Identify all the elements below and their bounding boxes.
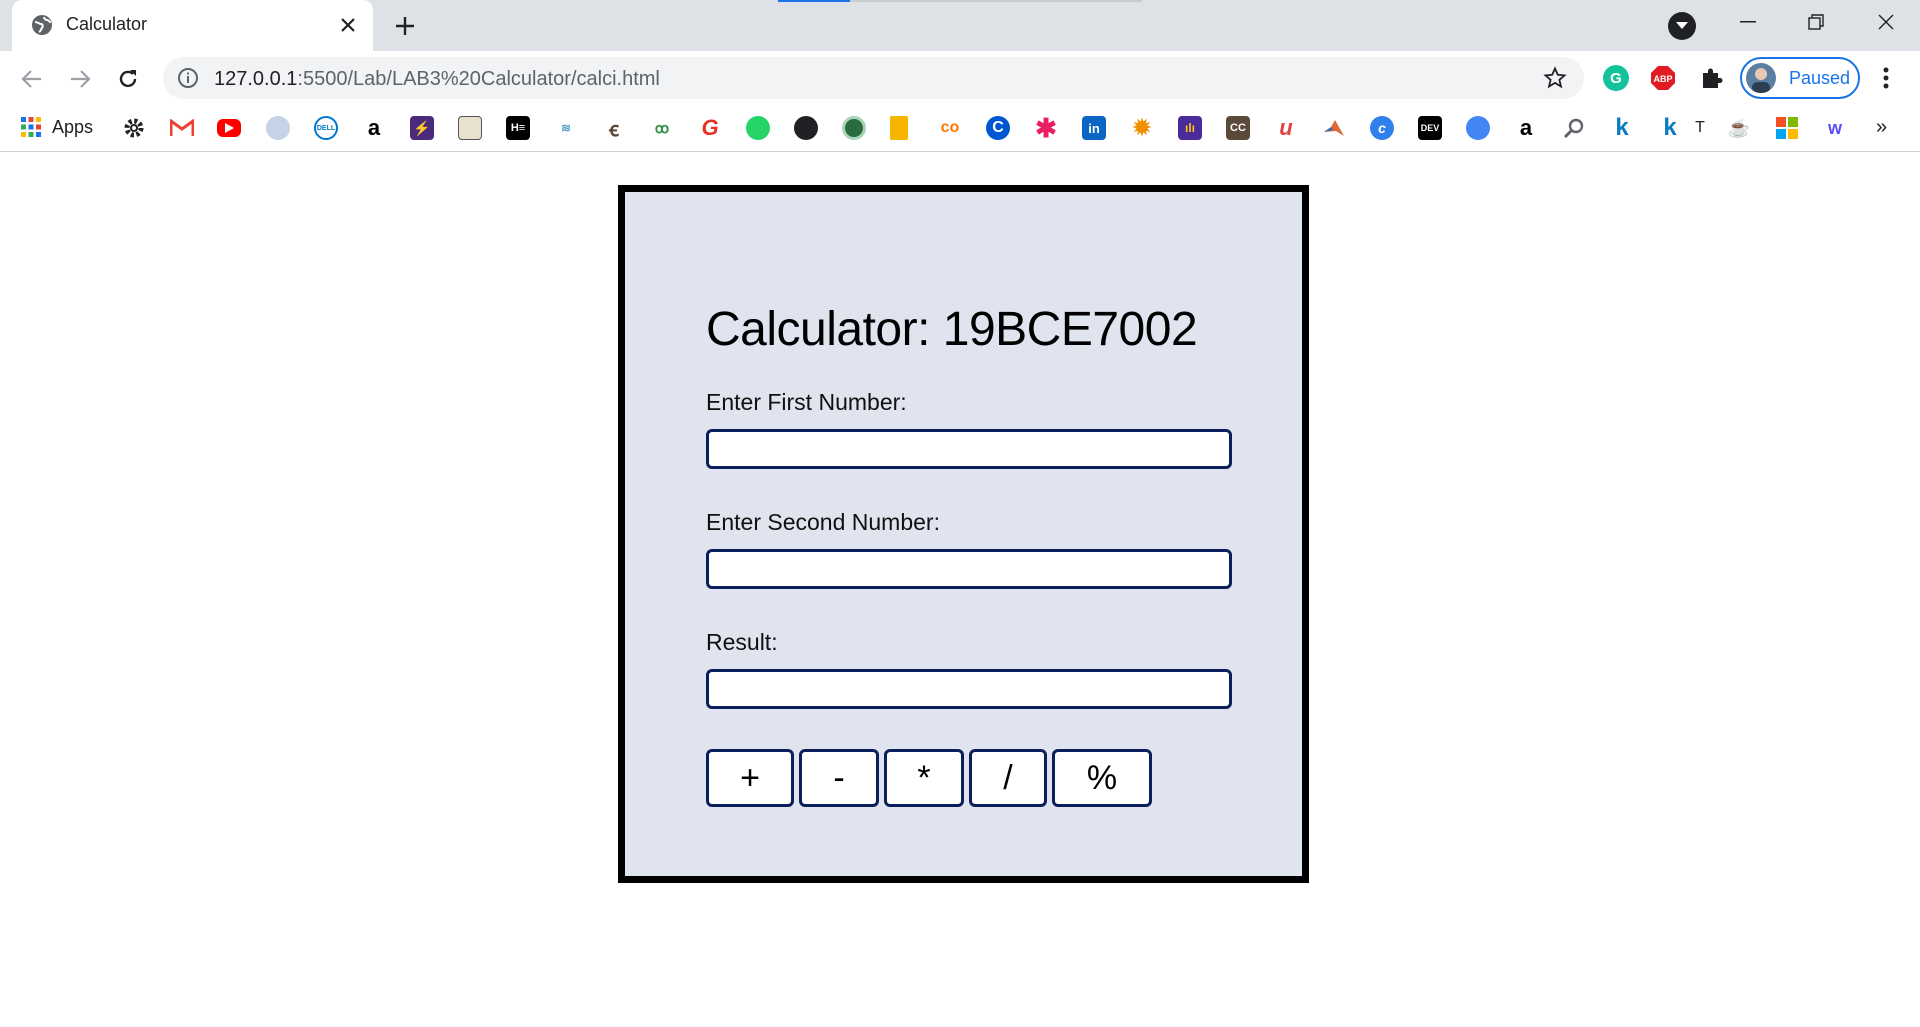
- first-number-label: Enter First Number:: [706, 389, 907, 415]
- gear-icon[interactable]: [122, 116, 146, 140]
- add-button[interactable]: +: [706, 749, 794, 807]
- svg-text:G: G: [1610, 70, 1622, 87]
- address-bar[interactable]: 127.0.0.1:5500/Lab/LAB3%20Calculator/cal…: [163, 57, 1584, 99]
- second-number-label: Enter Second Number:: [706, 509, 940, 535]
- globe-icon: [31, 14, 53, 36]
- adblock-icon[interactable]: ABP: [1650, 65, 1676, 91]
- first-number-input[interactable]: [706, 429, 1232, 469]
- url-path: :5500/Lab/LAB3%20Calculator/calci.html: [297, 68, 660, 90]
- result-input[interactable]: [706, 669, 1232, 709]
- more-bookmarks-icon[interactable]: »: [1876, 116, 1887, 139]
- tab-calculator[interactable]: Calculator: [12, 0, 373, 51]
- subtract-button[interactable]: -: [799, 749, 879, 807]
- codechef-icon[interactable]: ꞓ: [602, 116, 626, 141]
- github-icon[interactable]: [794, 116, 818, 140]
- browser-toolbar: 127.0.0.1:5500/Lab/LAB3%20Calculator/cal…: [0, 51, 1920, 104]
- dev-icon[interactable]: DEV: [1418, 116, 1442, 140]
- tab-strip-divider: [850, 0, 1142, 2]
- apps-grid-icon: [21, 117, 41, 137]
- minimize-button[interactable]: [1714, 0, 1782, 44]
- search-icon[interactable]: [1562, 116, 1586, 140]
- matlab-icon[interactable]: [1322, 116, 1346, 140]
- c2-icon[interactable]: c: [1370, 116, 1394, 140]
- k-icon[interactable]: k: [1610, 114, 1634, 141]
- info-icon[interactable]: [177, 67, 199, 89]
- profile-status: Paused: [1789, 68, 1851, 88]
- k2-icon[interactable]: k: [1658, 114, 1682, 141]
- modulo-button[interactable]: %: [1052, 749, 1152, 807]
- image-icon[interactable]: [458, 116, 482, 140]
- tab-title: Calculator: [66, 14, 148, 34]
- apps-label: Apps: [52, 116, 94, 137]
- circle-icon[interactable]: [842, 116, 866, 140]
- grammarly-icon[interactable]: G: [1603, 65, 1629, 91]
- g-icon[interactable]: G: [698, 115, 722, 140]
- chart-icon[interactable]: ılı: [1178, 116, 1202, 140]
- result-label: Result:: [706, 629, 778, 655]
- cc-icon[interactable]: CC: [1226, 116, 1250, 140]
- dell-icon[interactable]: DELL: [314, 116, 338, 140]
- hackerearth-icon[interactable]: H≡: [506, 116, 530, 140]
- bug-icon[interactable]: ✹: [1130, 115, 1154, 140]
- amazon2-icon[interactable]: a: [1514, 115, 1538, 140]
- menu-icon[interactable]: [1872, 63, 1900, 93]
- svg-text:ABP: ABP: [1653, 74, 1672, 84]
- u-icon[interactable]: u: [1274, 115, 1298, 140]
- w-icon[interactable]: w: [1823, 116, 1847, 140]
- restore-button[interactable]: [1782, 0, 1850, 44]
- reload-button[interactable]: [112, 63, 144, 95]
- tab-strip-highlight: [778, 0, 850, 2]
- t-icon[interactable]: T: [1688, 116, 1712, 140]
- record-icon[interactable]: [1466, 116, 1490, 140]
- back-button[interactable]: [16, 63, 48, 95]
- whatsapp-icon[interactable]: [746, 116, 770, 140]
- microsoft-icon[interactable]: [1775, 116, 1799, 140]
- url-text: 127.0.0.1:5500/Lab/LAB3%20Calculator/cal…: [214, 68, 660, 91]
- avatar: [1746, 63, 1776, 93]
- gmail-icon[interactable]: [170, 116, 194, 140]
- divide-button[interactable]: /: [969, 749, 1047, 807]
- coursera-icon[interactable]: co: [938, 116, 962, 140]
- apps-shortcut[interactable]: Apps: [20, 116, 93, 138]
- stack-icon[interactable]: [890, 116, 908, 140]
- geeksforgeeks-icon[interactable]: ꝏ: [650, 116, 674, 140]
- c-icon[interactable]: C: [986, 116, 1010, 140]
- close-window-button[interactable]: [1852, 0, 1920, 44]
- bolt-icon[interactable]: ⚡: [410, 116, 434, 140]
- wave-icon[interactable]: ≋: [554, 116, 578, 140]
- page-title: Calculator: 19BCE7002: [706, 303, 1198, 356]
- url-host: 127.0.0.1: [214, 68, 298, 90]
- puzzle-icon[interactable]: [1698, 65, 1724, 91]
- multiply-button[interactable]: *: [884, 749, 964, 807]
- bookmark-star-icon[interactable]: [1543, 66, 1567, 90]
- close-tab-icon[interactable]: [334, 11, 362, 39]
- calculator-panel: Calculator: 19BCE7002 Enter First Number…: [618, 185, 1309, 883]
- new-tab-button[interactable]: [390, 11, 420, 41]
- tab-strip: Calculator: [0, 0, 1920, 51]
- linkedin-icon[interactable]: in: [1082, 116, 1106, 140]
- second-number-input[interactable]: [706, 549, 1232, 589]
- amazon-icon[interactable]: a: [362, 115, 386, 140]
- forward-button[interactable]: [64, 63, 96, 95]
- bookmarks-bar: Apps DELL a ⚡ H≡ ≋ ꞓ ꝏ G co C ✱ in ✹ ılı…: [0, 104, 1920, 152]
- coffee-icon[interactable]: ☕: [1727, 116, 1751, 140]
- profile-button[interactable]: Paused: [1740, 57, 1860, 99]
- youtube-icon[interactable]: [217, 119, 241, 137]
- tab-search-icon[interactable]: [1668, 12, 1696, 40]
- ship-icon[interactable]: [266, 116, 290, 140]
- asterisk-icon[interactable]: ✱: [1034, 113, 1058, 143]
